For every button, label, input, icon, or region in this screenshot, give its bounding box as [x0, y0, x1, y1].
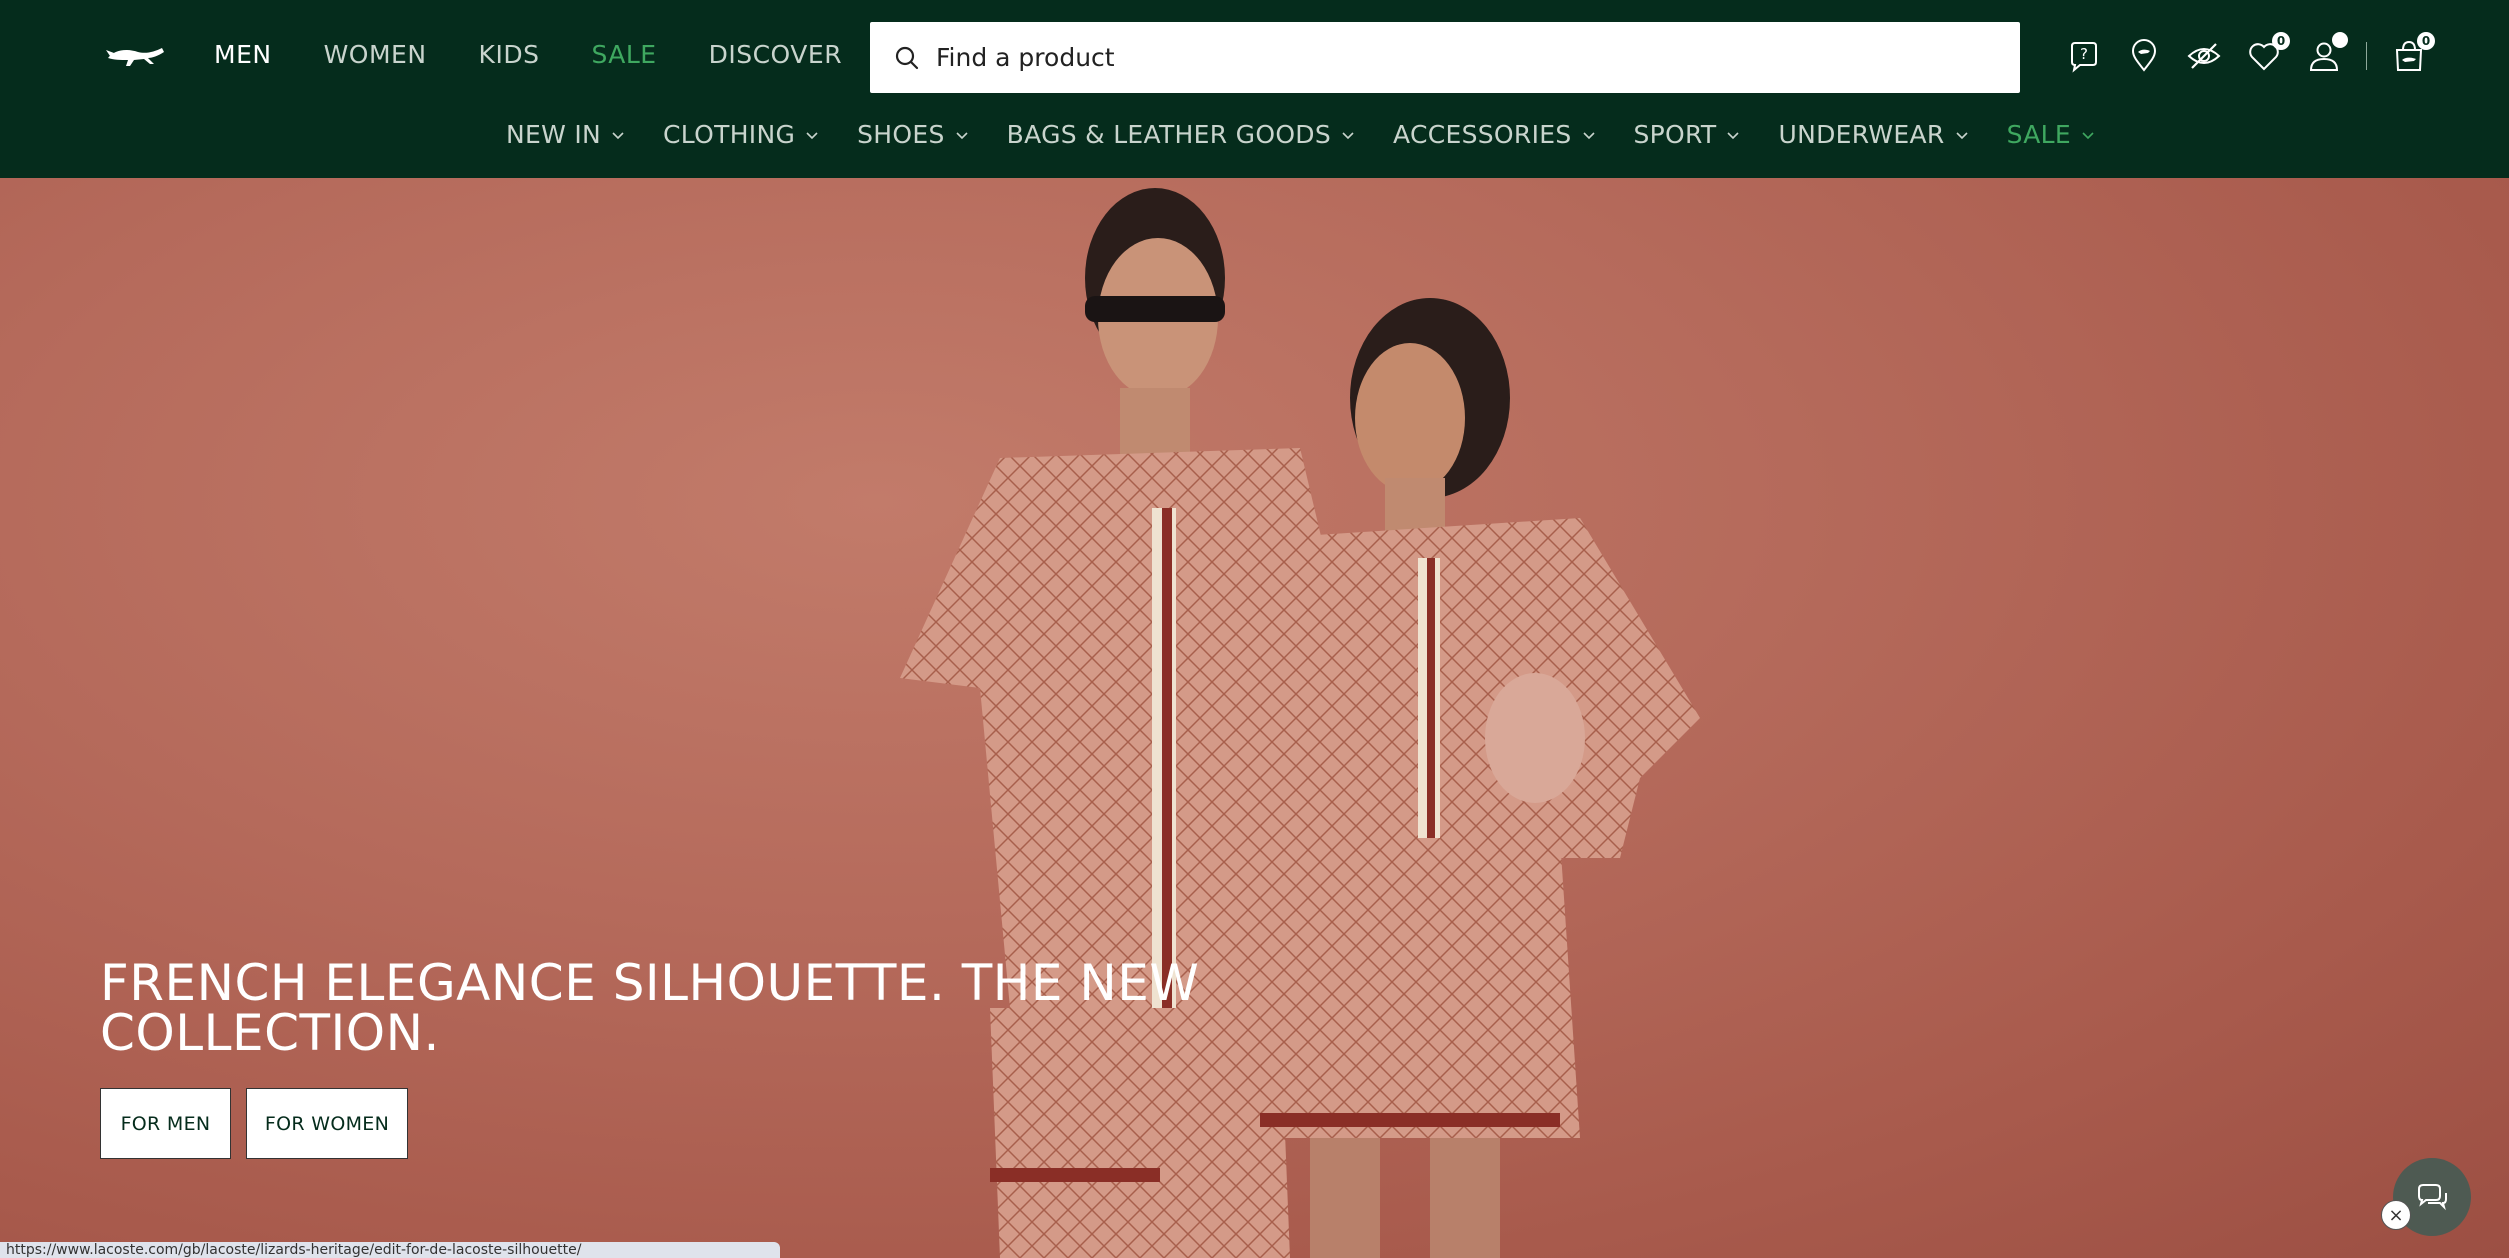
subnav-label: CLOTHING [663, 120, 796, 149]
account-button[interactable] [2306, 32, 2348, 74]
subnav-label: SPORT [1633, 120, 1717, 149]
store-locator-button[interactable] [2126, 38, 2162, 74]
for-men-button[interactable]: FOR MEN [100, 1088, 231, 1159]
chevron-down-icon [956, 131, 968, 139]
subnav-item-sport[interactable]: SPORT [1634, 120, 1741, 149]
subnav-label: NEW IN [506, 120, 602, 149]
subnav-item-accessories[interactable]: ACCESSORIES [1393, 120, 1596, 149]
nav-sale[interactable]: SALE [591, 40, 656, 69]
subnav-label: SHOES [857, 120, 945, 149]
subnav-item-underwear[interactable]: UNDERWEAR [1778, 120, 1968, 149]
for-women-button[interactable]: FOR WOMEN [246, 1088, 408, 1159]
chevron-down-icon [1955, 131, 1968, 139]
subnav-label: BAGS & LEATHER GOODS [1006, 120, 1332, 149]
category-navigation: NEW IN CLOTHING SHOES BAGS & LEATHER GOO… [506, 120, 2133, 149]
nav-women[interactable]: WOMEN [324, 40, 427, 69]
subnav-item-sale[interactable]: SALE [2007, 120, 2095, 149]
bag-button[interactable]: 0 [2391, 32, 2435, 74]
subnav-label: UNDERWEAR [1778, 120, 1945, 149]
eye-off-icon [2187, 43, 2221, 69]
icon-divider [2366, 42, 2367, 70]
help-button[interactable]: ? [2066, 38, 2102, 74]
subnav-item-shoes[interactable]: SHOES [857, 120, 969, 149]
subnav-label: ACCESSORIES [1393, 120, 1572, 149]
chevron-down-icon [806, 131, 818, 139]
help-icon: ? [2071, 42, 2097, 73]
nav-men[interactable]: MEN [214, 40, 272, 69]
search-bar[interactable] [870, 22, 2020, 93]
nav-kids[interactable]: KIDS [479, 40, 540, 69]
wishlist-button[interactable]: 0 [2246, 32, 2290, 74]
chevron-down-icon [1582, 131, 1595, 139]
header-icons: ? 0 0 [2066, 32, 2451, 74]
lacoste-logo-icon[interactable] [104, 36, 168, 76]
browser-status-url: https://www.lacoste.com/gb/lacoste/lizar… [0, 1242, 780, 1258]
bag-count-badge: 0 [2417, 32, 2435, 50]
search-icon [895, 46, 919, 69]
account-status-dot [2332, 32, 2348, 48]
chevron-down-icon [1727, 131, 1740, 139]
subnav-item-bags[interactable]: BAGS & LEATHER GOODS [1007, 120, 1355, 149]
wishlist-count-badge: 0 [2272, 32, 2290, 50]
chevron-down-icon [1342, 131, 1354, 139]
hero-banner[interactable]: FRENCH ELEGANCE SILHOUETTE. THE NEW COLL… [0, 178, 2509, 1258]
search-input[interactable] [936, 43, 1936, 72]
subnav-item-clothing[interactable]: CLOTHING [663, 120, 819, 149]
chevron-down-icon [2082, 131, 2094, 139]
subnav-label: SALE [2006, 120, 2071, 149]
close-icon[interactable]: × [2381, 1200, 2411, 1230]
hero-headline: FRENCH ELEGANCE SILHOUETTE. THE NEW COLL… [100, 954, 1200, 1062]
subnav-item-new-in[interactable]: NEW IN [506, 120, 625, 149]
top-navigation: MEN WOMEN KIDS SALE DISCOVER [214, 40, 894, 69]
chevron-down-icon [612, 131, 624, 139]
chat-icon [2418, 1184, 2447, 1211]
site-header: MEN WOMEN KIDS SALE DISCOVER ? [0, 0, 2509, 178]
svg-text:?: ? [2080, 45, 2088, 63]
accessibility-button[interactable] [2186, 38, 2222, 74]
store-locator-icon [2131, 39, 2157, 72]
nav-discover[interactable]: DISCOVER [709, 40, 842, 69]
